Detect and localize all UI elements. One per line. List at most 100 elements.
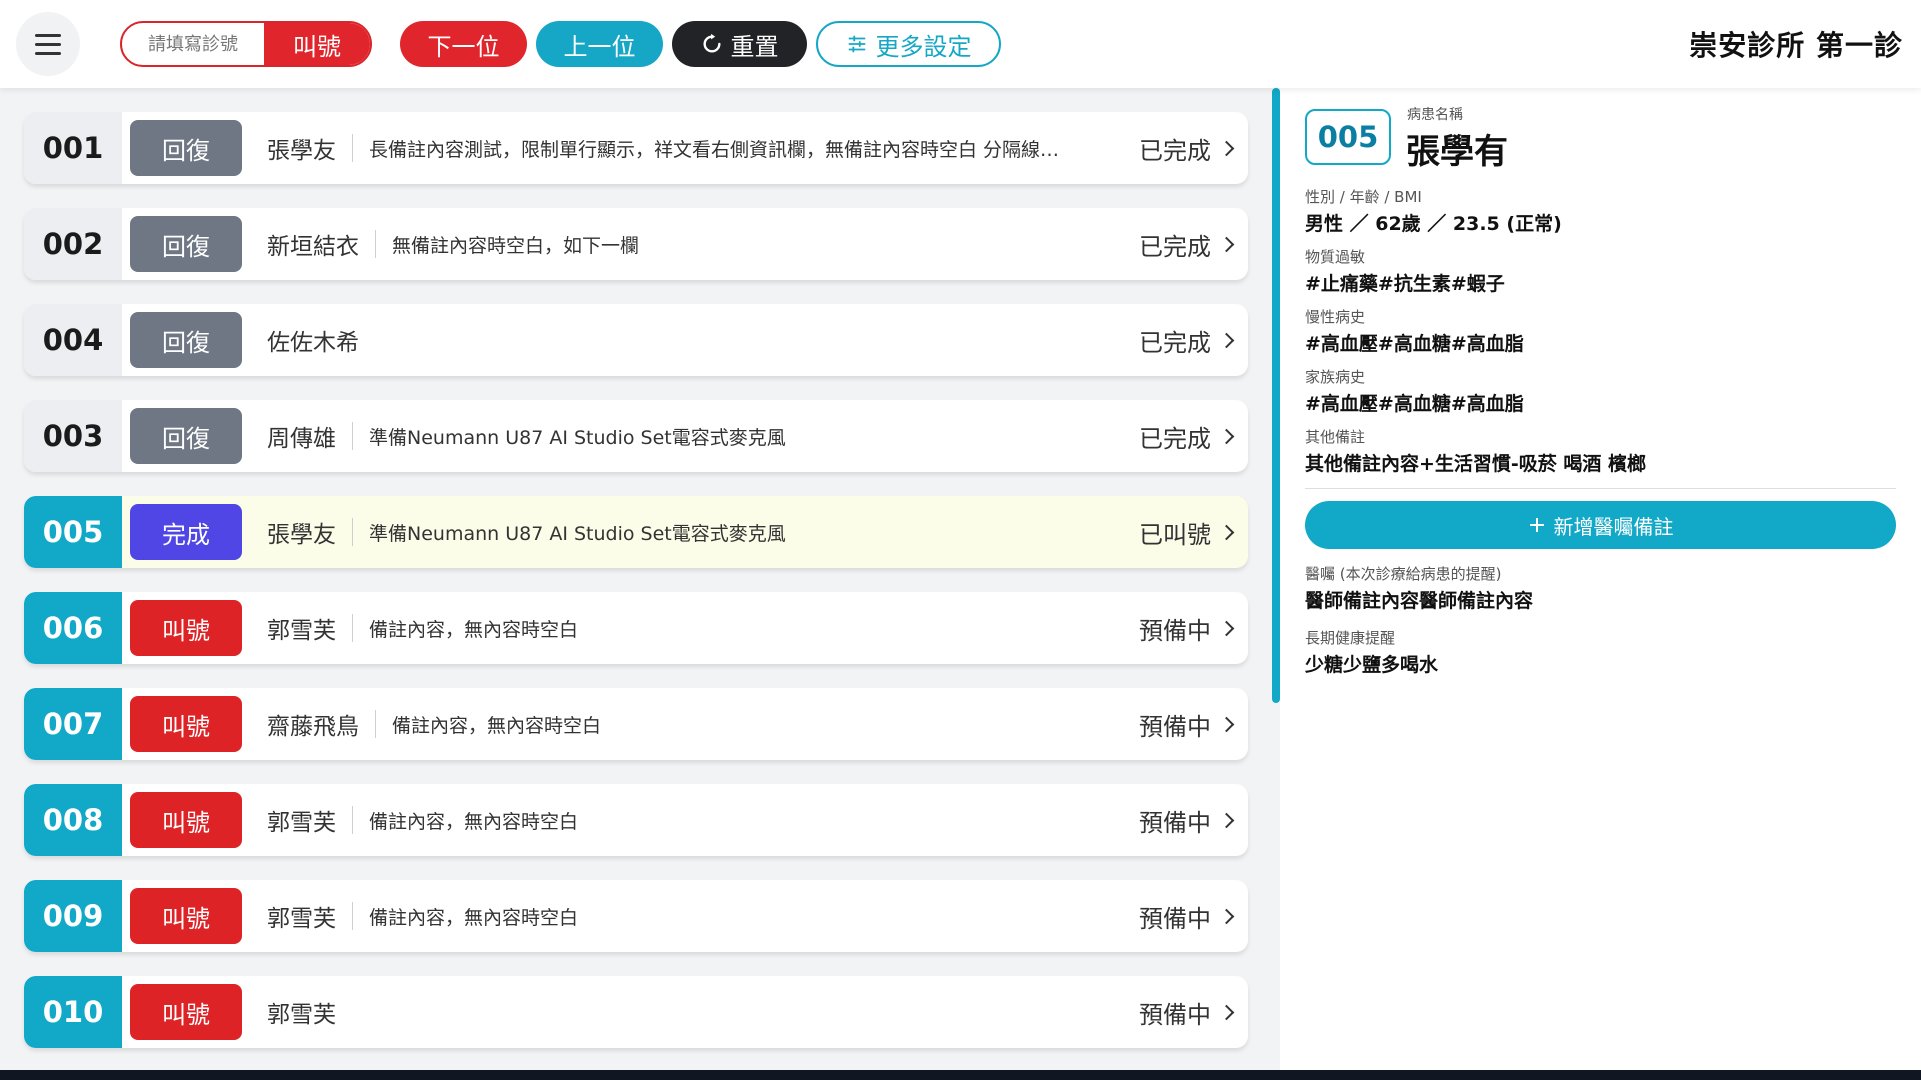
queue-row[interactable]: 010 叫號 郭雪芙 預備中 (24, 976, 1248, 1048)
divider (352, 518, 353, 546)
queue-number: 005 (24, 496, 122, 568)
menu-icon-line (35, 51, 61, 55)
previous-patient-label: 上一位 (563, 32, 636, 61)
queue-row[interactable]: 002 回復 新垣結衣 無備註內容時空白，如下一欄 已完成 (24, 208, 1248, 280)
queue-row[interactable]: 009 叫號 郭雪芙 備註內容，無內容時空白 預備中 (24, 880, 1248, 952)
call-patient-button[interactable]: 叫號 (130, 888, 242, 944)
chevron-right-icon (1218, 908, 1235, 924)
queue-row-current[interactable]: 005 完成 張學友 準備Neumann U87 AI Studio Set電容… (24, 496, 1248, 568)
chevron-right-icon (1218, 140, 1235, 156)
call-number-input[interactable] (122, 23, 264, 65)
next-patient-button[interactable]: 下一位 (400, 21, 527, 67)
divider (375, 230, 376, 258)
more-settings-button[interactable]: 更多設定 (816, 21, 1001, 67)
add-medical-note-button[interactable]: 新增醫囑備註 (1305, 501, 1896, 549)
chevron-right-icon (1218, 812, 1235, 828)
reply-button[interactable]: 回復 (130, 408, 242, 464)
status-label: 預備中 (1139, 904, 1211, 933)
plus-icon (1529, 518, 1544, 532)
bottom-bar (0, 1070, 1921, 1080)
patient-note: 準備Neumann U87 AI Studio Set電容式麥克風 (369, 522, 786, 545)
divider (375, 710, 376, 738)
basic-info-label: 性別 / 年齡 / BMI (1305, 188, 1422, 206)
queue-row[interactable]: 001 回復 張學友 長備註內容測試，限制單行顯示，祥文看右側資訊欄，無備註內容… (24, 112, 1248, 184)
status-badge: 預備中 (1139, 784, 1238, 856)
status-label: 預備中 (1139, 616, 1211, 645)
patient-queue-number: 005 (1305, 109, 1391, 165)
divider (352, 134, 353, 162)
divider (352, 614, 353, 642)
patient-name: 郭雪芙 (267, 1002, 336, 1028)
reply-button[interactable]: 回復 (130, 120, 242, 176)
long-term-reminder-value: 少糖少鹽多喝水 (1305, 654, 1439, 676)
doctor-advice-label: 醫囑 (本次診療給病患的提醒) (1305, 565, 1502, 583)
queue-row[interactable]: 003 回復 周傳雄 準備Neumann U87 AI Studio Set電容… (24, 400, 1248, 472)
patient-note: 備註內容，無內容時空白 (369, 618, 579, 641)
menu-icon-line (35, 33, 61, 37)
status-badge: 預備中 (1139, 592, 1238, 664)
more-settings-label: 更多設定 (875, 32, 972, 61)
reset-button[interactable]: 重置 (672, 21, 807, 67)
call-patient-button[interactable]: 叫號 (130, 984, 242, 1040)
chronic-history-value: #高血壓#高血糖#高血脂 (1305, 333, 1524, 355)
queue-row[interactable]: 008 叫號 郭雪芙 備註內容，無內容時空白 預備中 (24, 784, 1248, 856)
previous-patient-button[interactable]: 上一位 (536, 21, 663, 67)
status-badge: 已完成 (1139, 304, 1238, 376)
call-button[interactable]: 叫號 (264, 23, 370, 65)
divider (352, 902, 353, 930)
add-medical-note-label: 新增醫囑備註 (1553, 514, 1674, 539)
menu-button[interactable] (16, 12, 80, 76)
queue-row[interactable]: 007 叫號 齋藤飛鳥 備註內容，無內容時空白 預備中 (24, 688, 1248, 760)
status-badge: 已叫號 (1139, 496, 1238, 568)
allergy-value: #止痛藥#抗生素#蝦子 (1305, 273, 1505, 295)
status-badge: 預備中 (1139, 976, 1238, 1048)
doctor-advice-value: 醫師備註內容醫師備註內容 (1305, 590, 1534, 612)
chevron-right-icon (1218, 716, 1235, 732)
divider (352, 422, 353, 450)
clinic-title: 崇安診所 第一診 (1689, 29, 1903, 62)
queue-number: 004 (24, 304, 122, 376)
patient-name: 周傳雄 (267, 426, 336, 452)
call-number-group: 叫號 (120, 21, 372, 67)
status-label: 已完成 (1139, 328, 1211, 357)
patient-name-label: 病患名稱 (1407, 107, 1463, 123)
queue-number: 001 (24, 112, 122, 184)
complete-button[interactable]: 完成 (130, 504, 242, 560)
queue-number: 002 (24, 208, 122, 280)
other-notes-value: 其他備註內容+生活習慣-吸菸 喝酒 檳榔 (1305, 453, 1647, 475)
top-bar: 叫號 下一位 上一位 重置 更多設定 崇安診所 第一診 (0, 0, 1921, 88)
patient-name: 新垣結衣 (267, 234, 359, 260)
chevron-right-icon (1218, 332, 1235, 348)
reply-button[interactable]: 回復 (130, 216, 242, 272)
call-patient-button[interactable]: 叫號 (130, 792, 242, 848)
patient-name: 張學友 (267, 138, 336, 164)
other-notes-label: 其他備註 (1305, 428, 1366, 446)
long-term-reminder-label: 長期健康提醒 (1305, 629, 1396, 647)
menu-icon-line (35, 42, 61, 46)
status-label: 預備中 (1139, 1000, 1211, 1029)
queue-number: 006 (24, 592, 122, 664)
patient-note: 備註內容，無內容時空白 (392, 714, 602, 737)
status-label: 預備中 (1139, 808, 1211, 837)
patient-note: 準備Neumann U87 AI Studio Set電容式麥克風 (369, 426, 786, 449)
chevron-right-icon (1218, 236, 1235, 252)
chronic-history-label: 慢性病史 (1305, 308, 1366, 326)
patient-name: 郭雪芙 (267, 810, 336, 836)
divider (1305, 488, 1896, 489)
chevron-right-icon (1218, 524, 1235, 540)
patient-name-value: 張學有 (1406, 132, 1508, 172)
patient-note: 備註內容，無內容時空白 (369, 906, 579, 929)
queue-row[interactable]: 004 回復 佐佐木希 已完成 (24, 304, 1248, 376)
call-patient-button[interactable]: 叫號 (130, 600, 242, 656)
call-patient-button[interactable]: 叫號 (130, 696, 242, 752)
queue-number: 003 (24, 400, 122, 472)
family-history-label: 家族病史 (1305, 368, 1366, 386)
status-badge: 預備中 (1139, 688, 1238, 760)
list-scrollbar[interactable] (1272, 88, 1280, 703)
divider (352, 806, 353, 834)
patient-note: 無備註內容時空白，如下一欄 (392, 234, 640, 257)
reply-button[interactable]: 回復 (130, 312, 242, 368)
queue-row[interactable]: 006 叫號 郭雪芙 備註內容，無內容時空白 預備中 (24, 592, 1248, 664)
status-label: 已完成 (1139, 136, 1211, 165)
chevron-right-icon (1218, 1004, 1235, 1020)
